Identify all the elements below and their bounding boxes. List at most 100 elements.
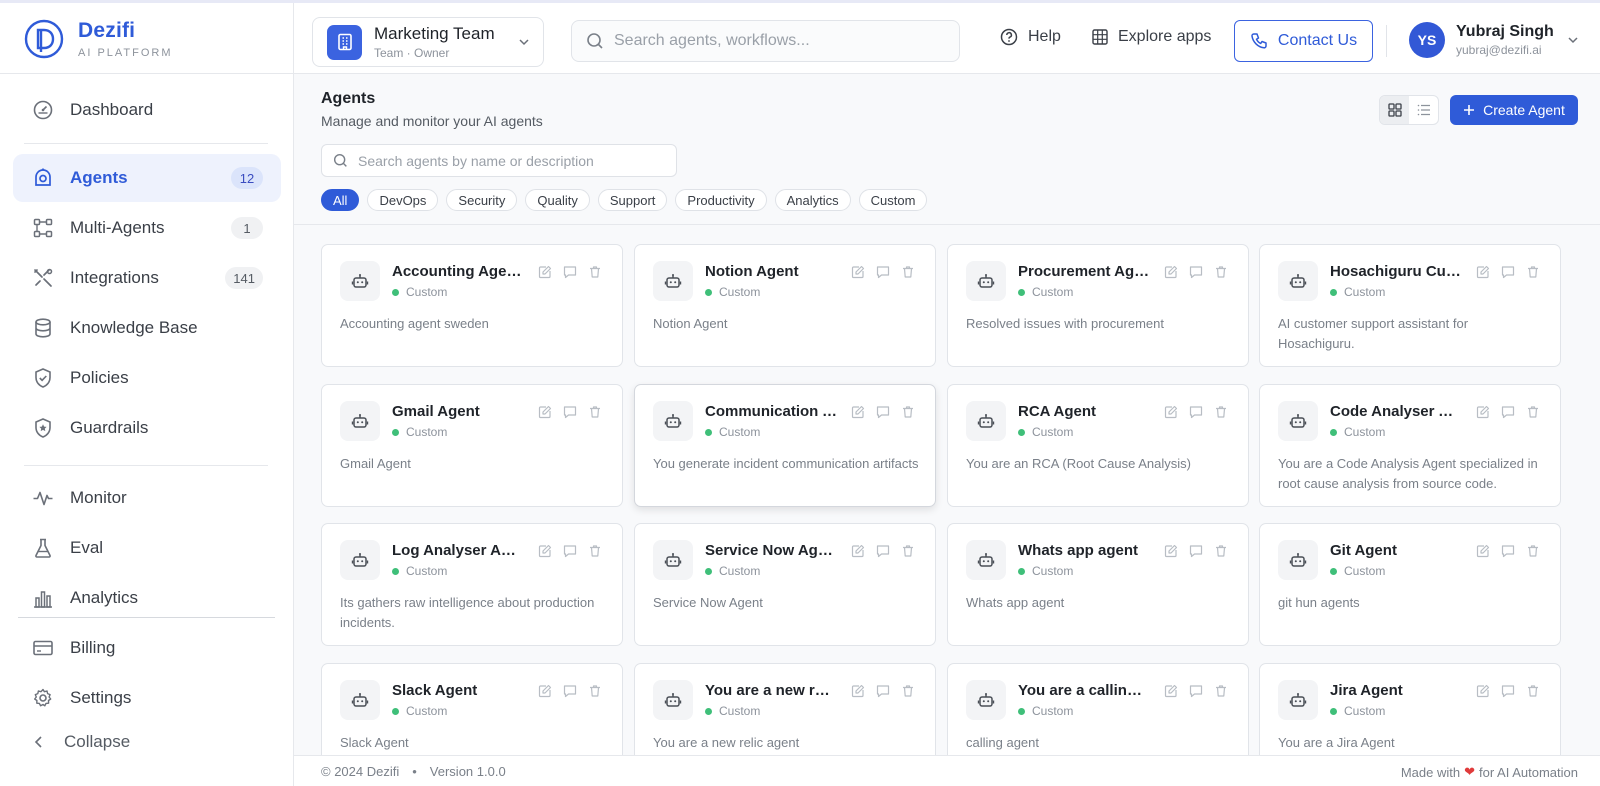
trash-icon[interactable] xyxy=(588,544,602,558)
sidebar-item-analytics[interactable]: Analytics xyxy=(13,574,281,622)
filter-chip-productivity[interactable]: Productivity xyxy=(675,189,767,211)
trash-icon[interactable] xyxy=(588,265,602,279)
agent-card[interactable]: Service Now Agent Custom Service Now Agent xyxy=(634,523,936,646)
trash-icon[interactable] xyxy=(1214,684,1228,698)
filter-chip-all[interactable]: All xyxy=(321,189,360,211)
agent-card[interactable]: Slack Agent Custom Slack Agent xyxy=(321,663,623,755)
agent-card[interactable]: Notion Agent Custom Notion Agent xyxy=(634,244,936,367)
sidebar-item-monitor[interactable]: Monitor xyxy=(13,474,281,522)
team-selector[interactable]: Marketing Team Team · Owner xyxy=(312,17,544,67)
agent-card[interactable]: Procurement Agent Custom Resolved issues w… xyxy=(947,244,1249,367)
agent-card[interactable]: Whats app agent Custom Whats app agent xyxy=(947,523,1249,646)
sidebar-item-guardrails[interactable]: Guardrails xyxy=(13,404,281,452)
edit-icon[interactable] xyxy=(851,544,865,558)
agent-card[interactable]: Communication Agent Custom You generate in… xyxy=(634,384,936,507)
trash-icon[interactable] xyxy=(588,405,602,419)
sidebar-item-integrations[interactable]: Integrations 141 xyxy=(13,254,281,302)
edit-icon[interactable] xyxy=(1164,544,1178,558)
sidebar-item-multi-agents[interactable]: Multi-Agents 1 xyxy=(13,204,281,252)
trash-icon[interactable] xyxy=(901,265,915,279)
chat-icon[interactable] xyxy=(1501,684,1515,698)
edit-icon[interactable] xyxy=(538,684,552,698)
agent-card[interactable]: Jira Agent Custom You are a Jira Agent xyxy=(1259,663,1561,755)
agent-tag-label: Custom xyxy=(1344,285,1386,299)
chat-icon[interactable] xyxy=(876,544,890,558)
agent-card[interactable]: Git Agent Custom git hun agents xyxy=(1259,523,1561,646)
database-icon xyxy=(35,318,51,338)
edit-icon[interactable] xyxy=(851,684,865,698)
agent-card[interactable]: Hosachiguru Customer Support Custom AI cus… xyxy=(1259,244,1561,367)
agent-card[interactable]: You are a calling agent Custom calling age… xyxy=(947,663,1249,755)
chat-icon[interactable] xyxy=(876,684,890,698)
global-search[interactable] xyxy=(571,20,960,62)
agent-card[interactable]: Gmail Agent Custom Gmail Agent xyxy=(321,384,623,507)
chat-icon[interactable] xyxy=(876,405,890,419)
grid-view-button[interactable] xyxy=(1380,96,1409,124)
chat-icon[interactable] xyxy=(1189,684,1203,698)
trash-icon[interactable] xyxy=(1214,544,1228,558)
brand[interactable]: Dezifi AI PLATFORM xyxy=(24,19,284,59)
sidebar-item-policies[interactable]: Policies xyxy=(13,354,281,402)
chat-icon[interactable] xyxy=(563,544,577,558)
agent-card[interactable]: Accounting Agent sweden Custom Accounting … xyxy=(321,244,623,367)
sidebar-item-knowledge-base[interactable]: Knowledge Base xyxy=(13,304,281,352)
filter-chip-analytics[interactable]: Analytics xyxy=(774,189,851,211)
trash-icon[interactable] xyxy=(1526,684,1540,698)
filter-chip-custom[interactable]: Custom xyxy=(858,189,928,211)
edit-icon[interactable] xyxy=(538,405,552,419)
edit-icon[interactable] xyxy=(1164,405,1178,419)
agent-card[interactable]: You are a new relic agent Custom You are a… xyxy=(634,663,936,755)
edit-icon[interactable] xyxy=(1476,265,1490,279)
filter-chip-devops[interactable]: DevOps xyxy=(367,189,439,211)
trash-icon[interactable] xyxy=(1526,265,1540,279)
sidebar-item-dashboard[interactable]: Dashboard xyxy=(13,86,281,134)
chat-icon[interactable] xyxy=(1501,265,1515,279)
agent-card[interactable]: Code Analyser Agent Custom You are a Code … xyxy=(1259,384,1561,507)
help-link[interactable]: Help xyxy=(1000,28,1061,46)
user-menu[interactable]: YS Yubraj Singh yubraj@dezifi.ai xyxy=(1409,22,1580,58)
chat-icon[interactable] xyxy=(1501,544,1515,558)
edit-icon[interactable] xyxy=(1476,684,1490,698)
filter-chip-quality[interactable]: Quality xyxy=(525,189,590,211)
trash-icon[interactable] xyxy=(1526,405,1540,419)
trash-icon[interactable] xyxy=(901,684,915,698)
sidebar-item-settings[interactable]: Settings xyxy=(13,674,281,722)
edit-icon[interactable] xyxy=(1164,684,1178,698)
sidebar-item-eval[interactable]: Eval xyxy=(13,524,281,572)
agent-card[interactable]: RCA Agent Custom You are an RCA (Root Caus… xyxy=(947,384,1249,507)
filter-chip-support[interactable]: Support xyxy=(597,189,668,211)
chat-icon[interactable] xyxy=(1189,544,1203,558)
chat-icon[interactable] xyxy=(563,684,577,698)
chat-icon[interactable] xyxy=(1189,405,1203,419)
chat-icon[interactable] xyxy=(1189,265,1203,279)
trash-icon[interactable] xyxy=(901,405,915,419)
edit-icon[interactable] xyxy=(1164,265,1178,279)
edit-icon[interactable] xyxy=(851,265,865,279)
agent-card[interactable]: Log Analyser Agent Custom Its gathers raw … xyxy=(321,523,623,646)
edit-icon[interactable] xyxy=(851,405,865,419)
contact-us-button[interactable]: Contact Us xyxy=(1234,20,1373,62)
sidebar-item-billing[interactable]: Billing xyxy=(13,624,281,672)
trash-icon[interactable] xyxy=(1526,544,1540,558)
edit-icon[interactable] xyxy=(538,544,552,558)
explore-apps-link[interactable]: Explore apps xyxy=(1092,28,1211,46)
agent-search[interactable] xyxy=(321,144,677,177)
create-agent-button[interactable]: Create Agent xyxy=(1450,95,1578,125)
agent-search-input[interactable] xyxy=(358,152,658,169)
chat-icon[interactable] xyxy=(876,265,890,279)
collapse-button[interactable]: Collapse xyxy=(32,732,130,752)
list-view-button[interactable] xyxy=(1409,96,1438,124)
sidebar-item-agents[interactable]: Agents 12 xyxy=(13,154,281,202)
edit-icon[interactable] xyxy=(1476,544,1490,558)
global-search-input[interactable] xyxy=(614,32,934,50)
trash-icon[interactable] xyxy=(1214,405,1228,419)
chat-icon[interactable] xyxy=(1501,405,1515,419)
trash-icon[interactable] xyxy=(901,544,915,558)
chat-icon[interactable] xyxy=(563,405,577,419)
trash-icon[interactable] xyxy=(1214,265,1228,279)
filter-chip-security[interactable]: Security xyxy=(446,189,518,211)
chat-icon[interactable] xyxy=(563,265,577,279)
edit-icon[interactable] xyxy=(1476,405,1490,419)
trash-icon[interactable] xyxy=(588,684,602,698)
edit-icon[interactable] xyxy=(538,265,552,279)
